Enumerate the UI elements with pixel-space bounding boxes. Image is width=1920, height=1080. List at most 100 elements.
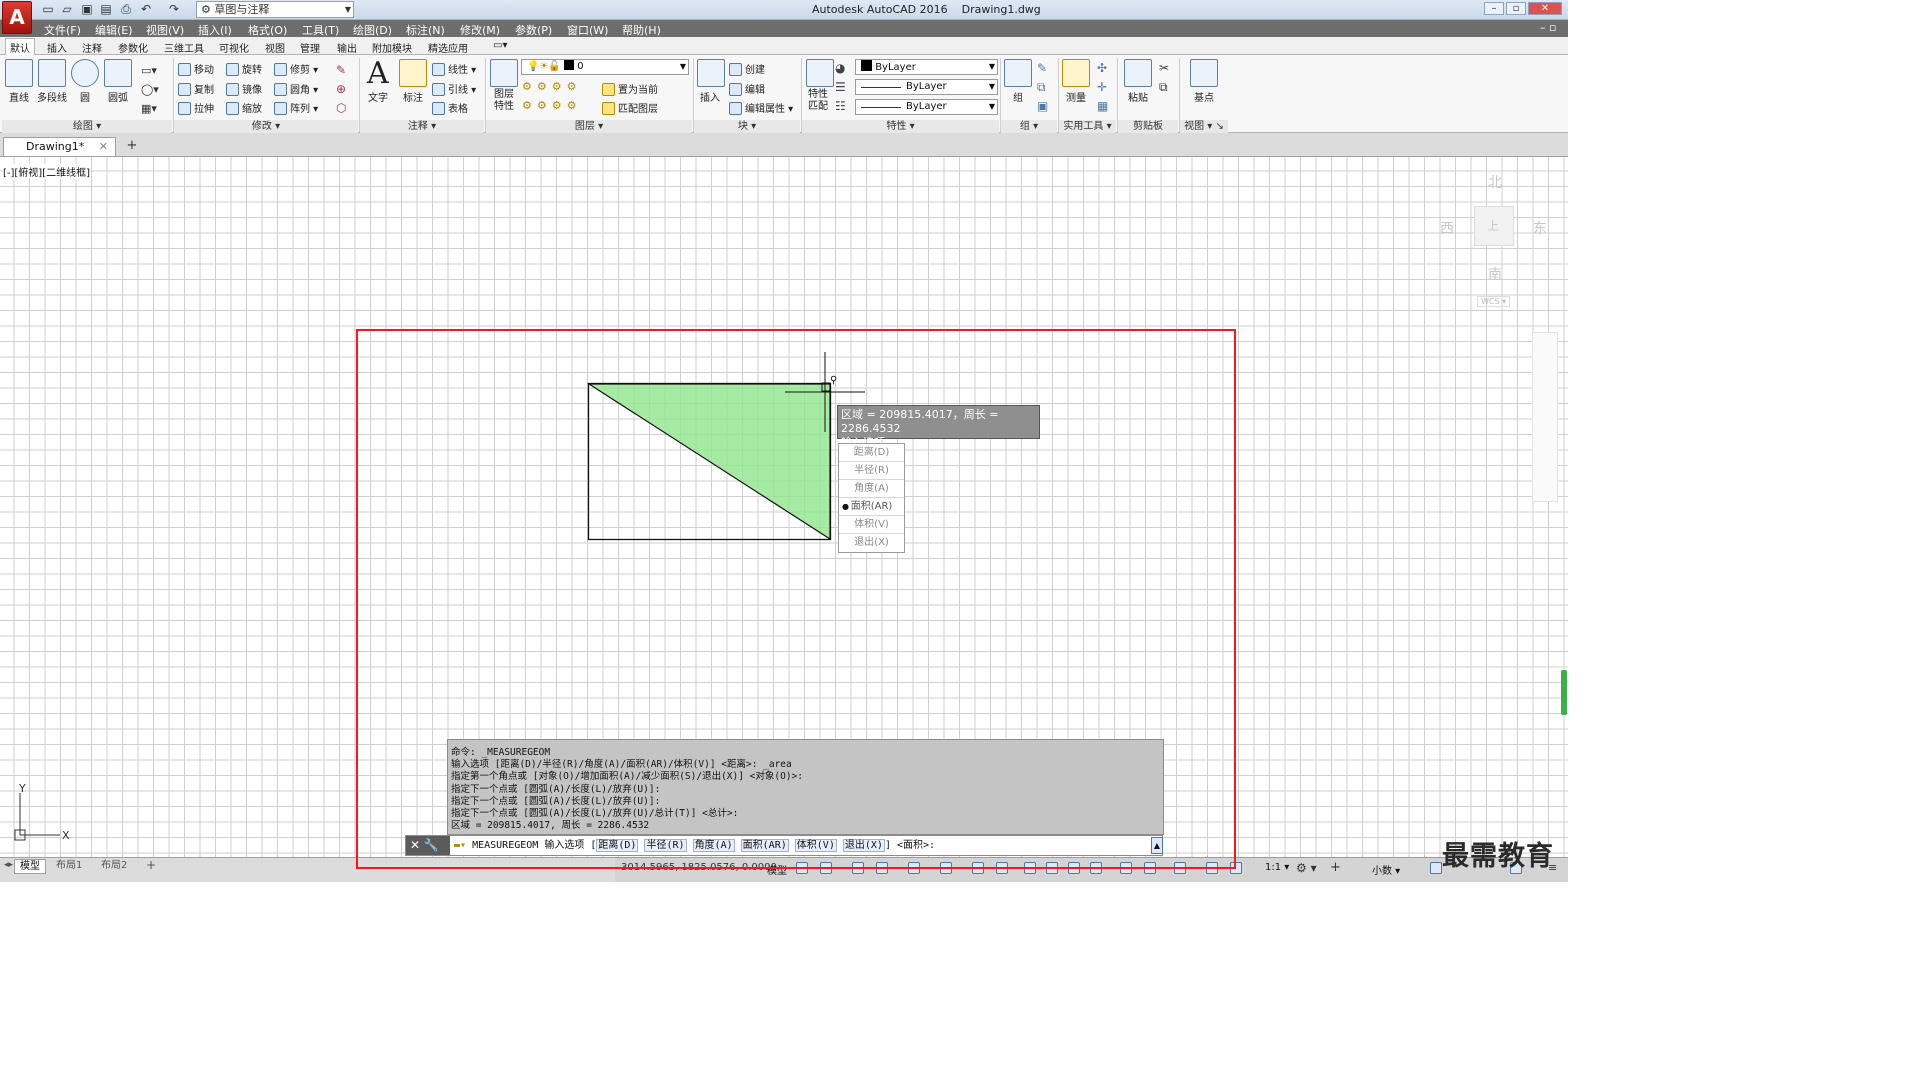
redo-icon[interactable]: ↷ bbox=[166, 2, 182, 17]
lineweight-dropdown[interactable]: ByLayer ▼ bbox=[855, 99, 998, 115]
new-tab-button[interactable]: + bbox=[123, 139, 141, 154]
dimension-tool-label[interactable]: 标注 bbox=[393, 89, 433, 104]
tab-view[interactable]: 视图 bbox=[265, 40, 285, 55]
layer-tool-icons-row1[interactable]: ⚙⚙⚙⚙ bbox=[522, 80, 581, 93]
viewcube-east[interactable]: 东 bbox=[1533, 218, 1547, 238]
dimension-tool-icon[interactable] bbox=[399, 59, 427, 87]
create-block-tool[interactable]: 创建 bbox=[729, 61, 765, 76]
draw-extra-icons[interactable]: ▭▾ ◯▾ ▦▾ bbox=[141, 61, 165, 117]
menu-parametric[interactable]: 参数(P) bbox=[515, 22, 552, 38]
rotate-tool[interactable]: 旋转 bbox=[226, 61, 262, 76]
base-view-label[interactable]: 基点 bbox=[1184, 89, 1224, 104]
object-snap-icon[interactable] bbox=[996, 862, 1008, 874]
navigation-bar[interactable] bbox=[1532, 332, 1558, 502]
document-tab-drawing1[interactable]: Drawing1* ✕ bbox=[3, 137, 116, 156]
panel-title-utilities[interactable]: 实用工具 ▾ bbox=[1059, 120, 1116, 133]
minimize-button[interactable]: – bbox=[1484, 2, 1504, 15]
grid-icon[interactable] bbox=[796, 862, 808, 874]
match-properties-label[interactable]: 特性 匹配 bbox=[798, 89, 838, 113]
green-scroll-indicator[interactable] bbox=[1561, 670, 1567, 715]
insert-block-icon[interactable] bbox=[697, 59, 725, 87]
viewcube-face[interactable]: 上 bbox=[1474, 206, 1514, 246]
cursor-coordinates[interactable]: 3014.5965, 1825.0576, 0.0000 bbox=[621, 862, 777, 873]
viewcube-south[interactable]: 南 bbox=[1488, 264, 1502, 284]
annotation-scale[interactable]: 1:1 ▾ bbox=[1265, 862, 1289, 873]
paste-icon[interactable] bbox=[1124, 59, 1152, 87]
annotation-monitor-plus-icon[interactable]: + bbox=[1330, 860, 1341, 875]
menu-modify[interactable]: 修改(M) bbox=[460, 22, 500, 38]
panel-title-annotation[interactable]: 注释 ▾ bbox=[360, 120, 484, 133]
trim-tool[interactable]: 修剪 ▾ bbox=[274, 61, 318, 76]
stretch-tool[interactable]: 拉伸 bbox=[178, 100, 214, 115]
scale-tool[interactable]: 缩放 bbox=[226, 100, 262, 115]
text-tool-icon[interactable]: A bbox=[367, 56, 389, 91]
ribbon-minimize-icon[interactable]: ▭▾ bbox=[493, 40, 507, 51]
properties-side-icons[interactable]: ◕ ☰ ☷ bbox=[835, 59, 846, 116]
option-exit[interactable]: 退出(X) bbox=[839, 534, 904, 552]
polar-tracking-icon[interactable] bbox=[908, 862, 920, 874]
option-radius[interactable]: 半径(R) bbox=[839, 462, 904, 480]
clipboard-side-icons[interactable]: ✂ ⧉ bbox=[1159, 59, 1169, 97]
annotation-visibility-icon[interactable] bbox=[1206, 862, 1218, 874]
snap-icon[interactable] bbox=[820, 862, 832, 874]
maximize-button[interactable]: ▫ bbox=[1506, 2, 1526, 15]
panel-title-block[interactable]: 块 ▾ bbox=[694, 120, 800, 133]
model-space-button[interactable]: 模型 bbox=[767, 862, 787, 877]
cmd-option-distance[interactable]: 距离(D) bbox=[596, 839, 639, 852]
menu-draw[interactable]: 绘图(D) bbox=[353, 22, 392, 38]
open-file-icon[interactable]: ▱ bbox=[59, 2, 75, 17]
menu-view[interactable]: 视图(V) bbox=[146, 22, 184, 38]
lineweight-icon[interactable] bbox=[1024, 862, 1036, 874]
menu-insert[interactable]: 插入(I) bbox=[198, 22, 232, 38]
copy-tool[interactable]: 复制 bbox=[178, 81, 214, 96]
paste-label[interactable]: 粘贴 bbox=[1118, 89, 1158, 104]
menu-tools[interactable]: 工具(T) bbox=[302, 22, 339, 38]
option-area[interactable]: 面积(AR) bbox=[839, 498, 904, 516]
menu-file[interactable]: 文件(F) bbox=[44, 22, 81, 38]
panel-title-properties[interactable]: 特性 ▾ bbox=[802, 120, 999, 133]
layout-tab-layout2[interactable]: 布局2 bbox=[96, 859, 132, 874]
layout-tab-layout1[interactable]: 布局1 bbox=[51, 859, 87, 874]
arc-tool-icon[interactable] bbox=[104, 59, 132, 87]
line-tool-icon[interactable] bbox=[5, 59, 33, 87]
print-icon[interactable]: ⎙ bbox=[118, 2, 134, 17]
option-distance[interactable]: 距离(D) bbox=[839, 444, 904, 462]
table-tool[interactable]: 表格 bbox=[432, 100, 468, 115]
command-line[interactable]: ✕ 🔧 ▬▾ MEASUREGEOM 输入选项 [距离(D) 半径(R) 角度(… bbox=[405, 835, 1163, 856]
infer-constraints-icon[interactable] bbox=[852, 862, 864, 874]
new-file-icon[interactable]: ▭ bbox=[40, 2, 56, 17]
app-menu-button[interactable]: A bbox=[2, 1, 32, 34]
modify-extra-icons[interactable]: ✎ ⊕ ⬡ bbox=[336, 61, 346, 118]
layer-properties-icon[interactable] bbox=[490, 59, 518, 87]
wcs-menu[interactable]: WCS ▾ bbox=[1477, 296, 1511, 307]
selection-filter-icon[interactable] bbox=[1144, 862, 1156, 874]
tab-default[interactable]: 默认 bbox=[5, 38, 35, 55]
panel-title-groups[interactable]: 组 ▾ bbox=[1001, 120, 1057, 133]
measure-label[interactable]: 测量 bbox=[1056, 89, 1096, 104]
close-icon[interactable]: ✕ bbox=[410, 838, 420, 852]
gizmo-icon[interactable] bbox=[1174, 862, 1186, 874]
polyline-tool-icon[interactable] bbox=[38, 59, 66, 87]
quick-properties-icon[interactable] bbox=[1430, 862, 1442, 874]
option-volume[interactable]: 体积(V) bbox=[839, 516, 904, 534]
workspace-switch-gear-icon[interactable]: ⚙ ▾ bbox=[1296, 861, 1317, 875]
isometric-drafting-icon[interactable] bbox=[940, 862, 952, 874]
auto-scale-icon[interactable] bbox=[1230, 862, 1242, 874]
layout-tab-model[interactable]: 模型 bbox=[14, 859, 46, 874]
edit-attributes-tool[interactable]: 编辑属性 ▾ bbox=[729, 100, 793, 115]
cmd-option-exit[interactable]: 退出(X) bbox=[842, 839, 885, 852]
utility-side-icons[interactable]: ✣ ✛ ▦ bbox=[1097, 59, 1108, 116]
cmd-option-area[interactable]: 面积(AR) bbox=[740, 839, 789, 852]
save-icon[interactable]: ▣ bbox=[79, 2, 95, 17]
viewcube[interactable]: 北 西 东 南 上 WCS ▾ bbox=[1436, 170, 1556, 310]
units-selector[interactable]: 小数 ▾ bbox=[1372, 862, 1400, 877]
panel-title-modify[interactable]: 修改 ▾ bbox=[174, 120, 358, 133]
save-as-icon[interactable]: ▤ bbox=[98, 2, 114, 17]
cmd-option-angle[interactable]: 角度(A) bbox=[692, 839, 735, 852]
menu-help[interactable]: 帮助(H) bbox=[622, 22, 661, 38]
layer-tool-icons-row2[interactable]: ⚙⚙⚙⚙ bbox=[522, 99, 581, 112]
menu-window[interactable]: 窗口(W) bbox=[567, 22, 608, 38]
object-snap-tracking-icon[interactable] bbox=[972, 862, 984, 874]
viewcube-north[interactable]: 北 bbox=[1488, 172, 1502, 192]
command-prompt[interactable]: ▬▾ MEASUREGEOM 输入选项 [距离(D) 半径(R) 角度(A) 面… bbox=[454, 838, 935, 853]
